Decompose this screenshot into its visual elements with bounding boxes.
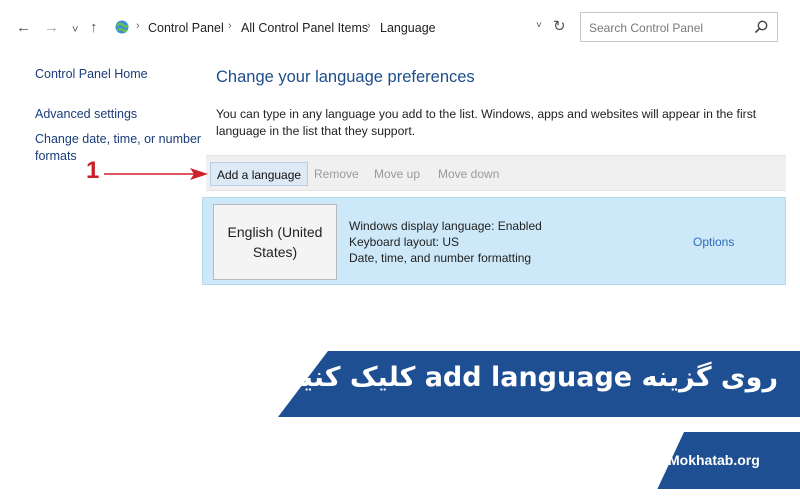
- annotation-arrow-icon: [104, 168, 208, 180]
- refresh-button[interactable]: ↻: [553, 17, 566, 35]
- address-bar: ← → ˅ ↑ › Control Panel › All Control Pa…: [0, 0, 800, 58]
- page-title: Change your language preferences: [216, 68, 475, 86]
- breadcrumb-language[interactable]: Language: [380, 21, 436, 35]
- search-input[interactable]: Search Control Panel: [580, 12, 778, 42]
- brand-name: Mokhatab.org: [668, 452, 760, 468]
- change-date-time-link-line1[interactable]: Change date, time, or number: [35, 131, 201, 148]
- language-details: Windows display language: Enabled Keyboa…: [349, 218, 542, 266]
- control-panel-icon: [115, 20, 129, 34]
- change-date-time-link-line2[interactable]: formats: [35, 148, 77, 165]
- advanced-settings-link[interactable]: Advanced settings: [35, 106, 137, 123]
- language-toolbar: Add a language Remove Move up Move down: [206, 155, 786, 191]
- up-button[interactable]: ↑: [90, 18, 98, 38]
- bottom-strip: [0, 489, 800, 500]
- search-icon[interactable]: [753, 19, 769, 35]
- language-list-item[interactable]: English (United States) Windows display …: [202, 197, 786, 285]
- move-down-button[interactable]: Move down: [432, 162, 505, 186]
- language-name-line2: States): [252, 244, 298, 260]
- instruction-text: روی گزینه add language کلیک کنید: [287, 362, 778, 393]
- keyboard-layout: Keyboard layout: US: [349, 235, 460, 249]
- display-language-status: Windows display language: Enabled: [349, 219, 542, 233]
- description-line1: You can type in any language you add to …: [216, 107, 757, 121]
- breadcrumb-separator: ›: [136, 20, 140, 32]
- search-placeholder: Search Control Panel: [589, 21, 704, 35]
- breadcrumb-separator: ›: [228, 20, 232, 32]
- breadcrumb-all-items[interactable]: All Control Panel Items: [241, 21, 368, 35]
- move-up-button[interactable]: Move up: [368, 162, 426, 186]
- remove-button[interactable]: Remove: [308, 162, 365, 186]
- forward-button[interactable]: →: [44, 18, 59, 38]
- options-link[interactable]: Options: [693, 235, 734, 249]
- description: You can type in any language you add to …: [216, 106, 776, 140]
- breadcrumb-separator: ›: [367, 20, 371, 32]
- date-time-formatting: Date, time, and number formatting: [349, 251, 532, 265]
- recent-locations-button[interactable]: ˅: [72, 20, 78, 40]
- address-dropdown-button[interactable]: ˅: [536, 20, 542, 31]
- add-language-button[interactable]: Add a language: [210, 162, 309, 186]
- back-button[interactable]: ←: [16, 18, 31, 38]
- breadcrumb-control-panel[interactable]: Control Panel: [148, 21, 224, 35]
- language-name-line1: English (United: [227, 224, 323, 240]
- description-line2: language in the list that they support.: [216, 124, 416, 138]
- language-tile[interactable]: English (United States): [213, 204, 337, 280]
- control-panel-home-link[interactable]: Control Panel Home: [35, 66, 148, 83]
- step-number: 1: [86, 157, 100, 184]
